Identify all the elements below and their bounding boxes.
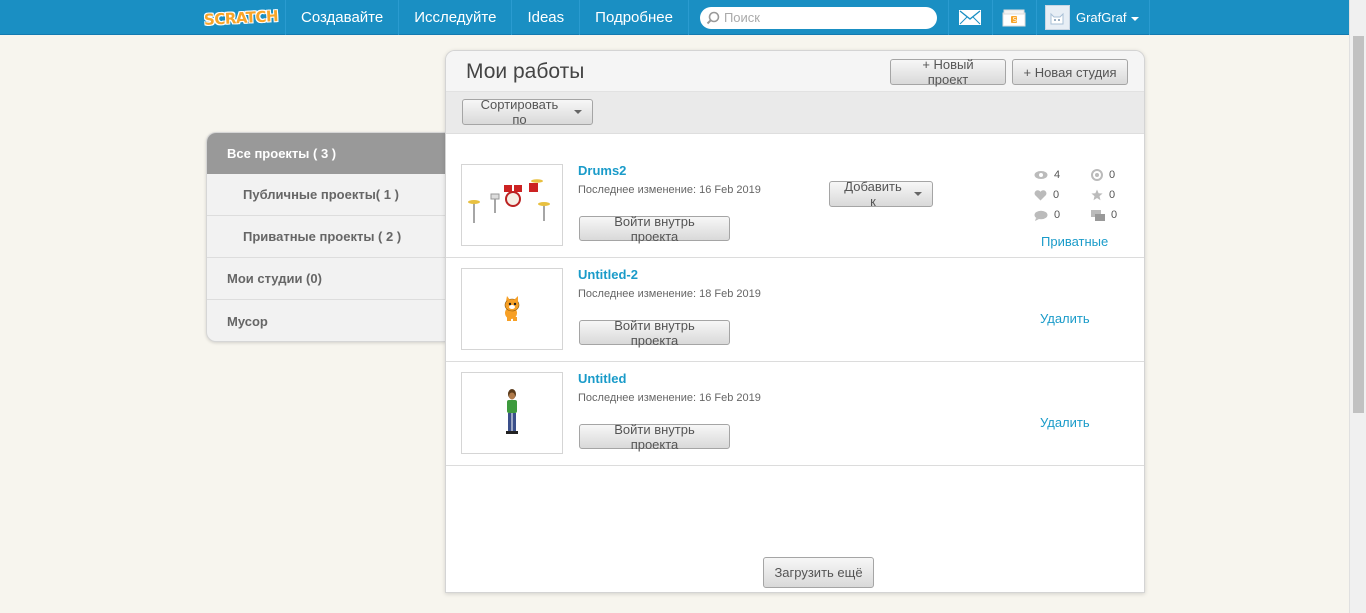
project-row: Untitled-2 Последнее изменение: 18 Feb 2… xyxy=(446,258,1144,362)
project-title[interactable]: Untitled-2 xyxy=(578,267,638,282)
sidebar-item-all-projects[interactable]: Все проекты ( 3 ) xyxy=(207,133,446,174)
sort-dropdown[interactable]: Сортировать по xyxy=(462,97,593,127)
comments-stat: 0 xyxy=(1034,209,1060,221)
delete-project-link[interactable]: Удалить xyxy=(1040,415,1090,430)
nav-ideas[interactable]: Ideas xyxy=(512,0,581,35)
project-row: Drums2 Последнее изменение: 16 Feb 2019 … xyxy=(446,154,1144,258)
studio-icon xyxy=(1091,209,1105,221)
nav-explore[interactable]: Исследуйте xyxy=(399,0,513,35)
scratch-logo[interactable]: SCRATCH xyxy=(197,0,286,35)
load-more-button[interactable]: Загрузить ещё xyxy=(763,557,874,588)
user-menu[interactable]: GrafGraf xyxy=(1037,0,1150,35)
remixes-stat: 0 xyxy=(1091,169,1115,181)
sidebar-item-public-projects[interactable]: Публичные проекты( 1 ) xyxy=(207,174,446,216)
nav-create[interactable]: Создавайте xyxy=(286,0,400,35)
add-to-studio-dropdown[interactable]: Добавить к xyxy=(829,179,933,209)
top-nav-bar: SCRATCH Создавайте Исследуйте Ideas Подр… xyxy=(0,0,1366,35)
views-stat: 4 xyxy=(1034,169,1060,181)
see-inside-button[interactable]: Войти внутрь проекта xyxy=(579,214,730,244)
chevron-down-icon xyxy=(914,192,922,196)
project-thumbnail[interactable] xyxy=(461,268,563,350)
project-row: Untitled Последнее изменение: 16 Feb 201… xyxy=(446,362,1144,466)
project-modified-date: Последнее изменение: 18 Feb 2019 xyxy=(578,288,761,300)
views-count: 4 xyxy=(1054,169,1061,181)
nav-about[interactable]: Подробнее xyxy=(580,0,689,35)
search-icon xyxy=(706,11,720,24)
svg-text:S: S xyxy=(1013,16,1018,24)
envelope-icon xyxy=(959,10,982,25)
search-container xyxy=(689,0,949,35)
eye-icon xyxy=(1034,171,1048,179)
folder-icon: S xyxy=(1002,9,1026,26)
page-scrollbar[interactable] xyxy=(1349,0,1366,613)
project-title[interactable]: Untitled xyxy=(578,371,626,386)
see-inside-button[interactable]: Войти внутрь проекта xyxy=(579,318,730,348)
privacy-status-link[interactable]: Приватные xyxy=(1041,234,1108,249)
logo-text: SCRATCH xyxy=(203,6,279,29)
scrollbar-thumb[interactable] xyxy=(1353,36,1364,413)
my-stuff-button[interactable]: S xyxy=(993,0,1037,35)
project-filter-sidebar: Все проекты ( 3 ) Публичные проекты( 1 )… xyxy=(206,132,446,342)
search-box xyxy=(699,6,937,29)
scratch-cat-thumbnail-image xyxy=(504,296,520,321)
project-title[interactable]: Drums2 xyxy=(578,163,626,178)
sidebar-item-my-studios[interactable]: Мои студии (0) xyxy=(207,258,446,300)
favorites-count: 0 xyxy=(1109,189,1116,201)
project-thumbnail[interactable] xyxy=(461,372,563,454)
add-to-label: Добавить к xyxy=(844,179,902,209)
favorites-stat: 0 xyxy=(1091,189,1115,201)
project-thumbnail[interactable] xyxy=(461,164,563,246)
see-inside-button[interactable]: Войти внутрь проекта xyxy=(579,422,730,452)
drums-thumbnail-image xyxy=(468,179,550,223)
studios-stat: 0 xyxy=(1091,209,1117,221)
remix-icon xyxy=(1091,169,1103,181)
messages-button[interactable] xyxy=(949,0,993,35)
my-stuff-panel: Мои работы + Новый проект + Новая студия… xyxy=(445,50,1145,593)
heart-icon xyxy=(1034,189,1047,200)
chevron-down-icon xyxy=(1130,16,1139,21)
person-sprite-thumbnail-image xyxy=(506,389,518,434)
search-input[interactable] xyxy=(723,10,924,25)
new-project-button[interactable]: + Новый проект xyxy=(890,57,1006,87)
sort-label: Сортировать по xyxy=(480,97,559,127)
loves-stat: 0 xyxy=(1034,189,1059,201)
star-icon xyxy=(1091,189,1103,201)
new-studio-button[interactable]: + Новая студия xyxy=(1012,59,1128,85)
chevron-down-icon xyxy=(574,110,582,114)
panel-header: Мои работы + Новый проект + Новая студия xyxy=(446,51,1144,92)
project-modified-date: Последнее изменение: 16 Feb 2019 xyxy=(578,184,761,196)
loves-count: 0 xyxy=(1053,189,1060,201)
comments-count: 0 xyxy=(1054,209,1061,221)
sort-bar: Сортировать по xyxy=(446,92,1144,134)
project-modified-date: Последнее изменение: 16 Feb 2019 xyxy=(578,392,761,404)
delete-project-link[interactable]: Удалить xyxy=(1040,311,1090,326)
avatar xyxy=(1044,5,1070,30)
sidebar-item-private-projects[interactable]: Приватные проекты ( 2 ) xyxy=(207,216,446,258)
username: GrafGraf xyxy=(1075,10,1127,25)
cat-avatar-icon xyxy=(1050,12,1064,24)
remixes-count: 0 xyxy=(1109,169,1116,181)
sidebar-item-trash[interactable]: Мусор xyxy=(207,300,446,341)
page-title: Мои работы xyxy=(466,60,585,83)
comment-icon xyxy=(1034,210,1048,221)
studios-count: 0 xyxy=(1111,209,1118,221)
